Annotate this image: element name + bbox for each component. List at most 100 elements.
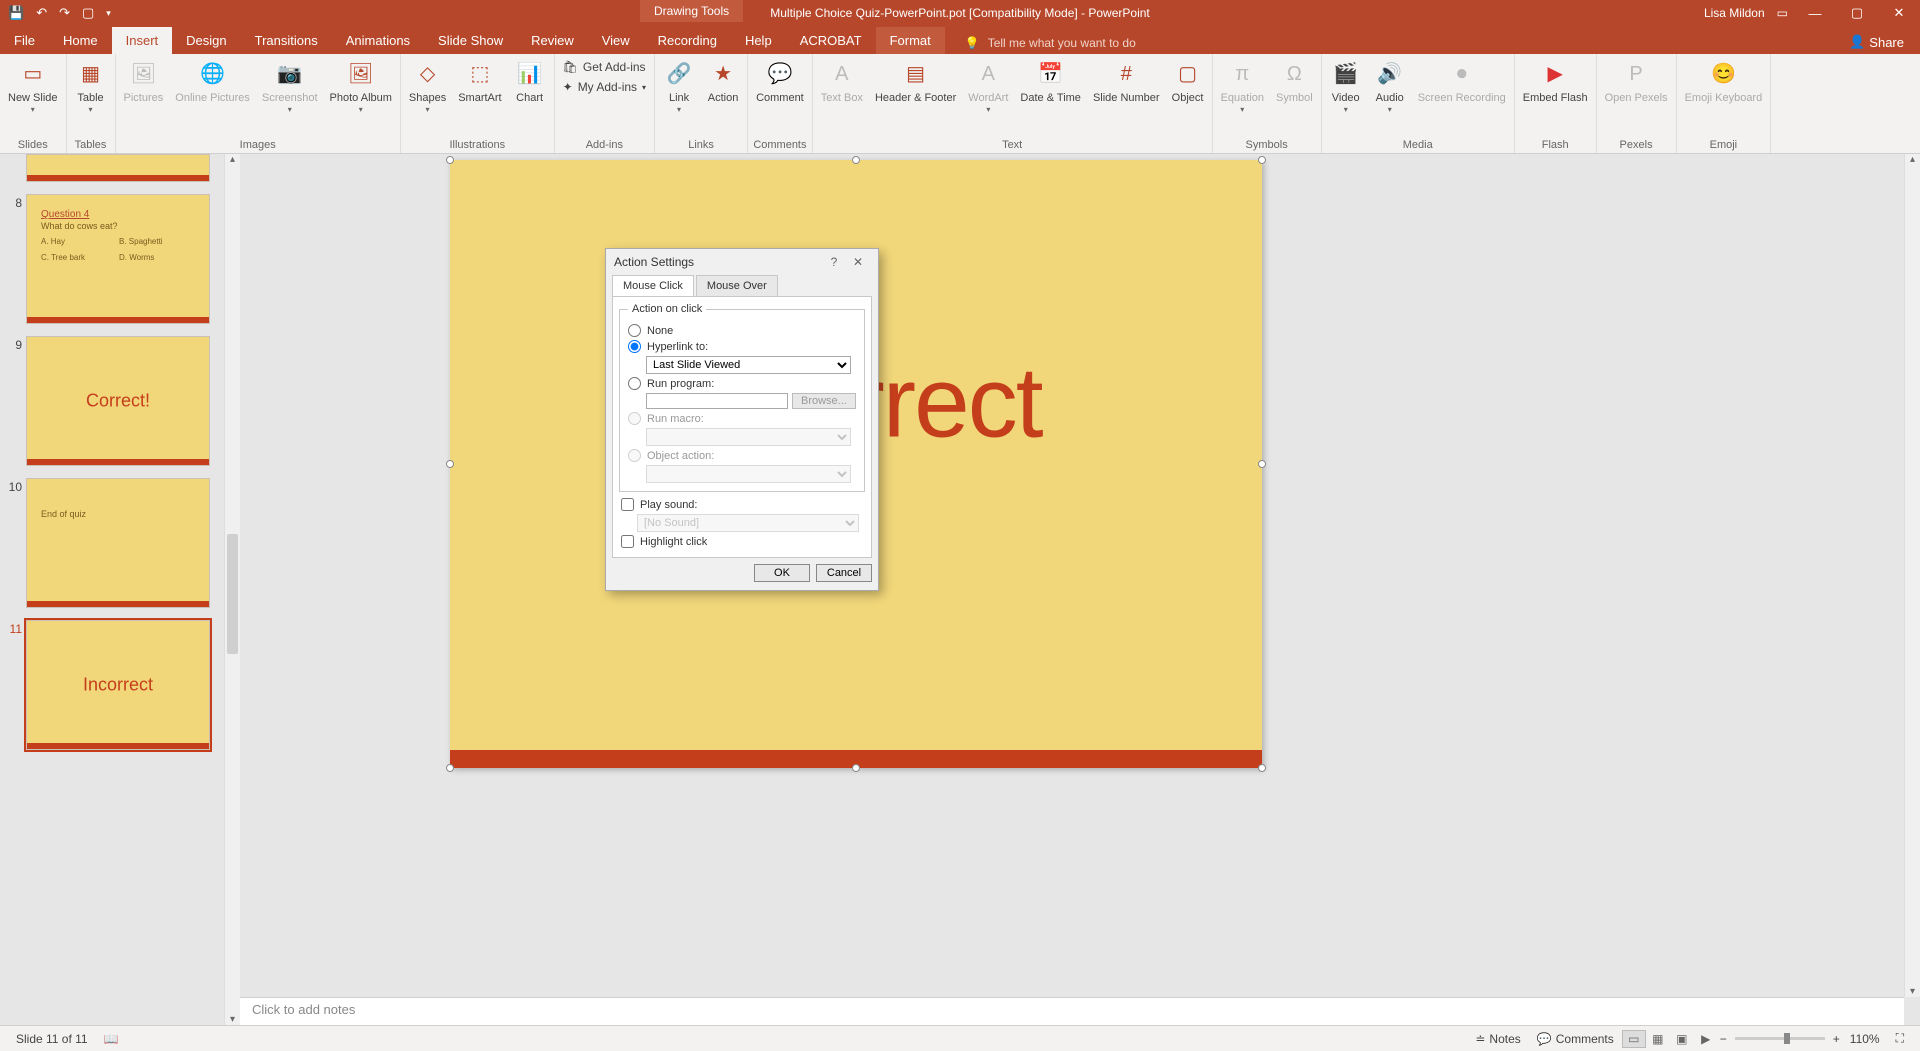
spell-check-icon[interactable]: 📖 xyxy=(96,1032,127,1046)
tab-transitions[interactable]: Transitions xyxy=(241,27,332,54)
table-button[interactable]: ▦Table▾ xyxy=(69,56,113,138)
tab-review[interactable]: Review xyxy=(517,27,588,54)
selection-handle[interactable] xyxy=(852,156,860,164)
close-window-icon[interactable]: ✕ xyxy=(1884,5,1914,21)
browse-button[interactable]: Browse... xyxy=(792,393,856,409)
slide-thumbnail-11[interactable]: Incorrect xyxy=(26,620,210,750)
online-pictures-button[interactable]: 🌐Online Pictures xyxy=(169,56,256,138)
redo-icon[interactable]: ↷ xyxy=(59,5,70,21)
object-button[interactable]: ▢Object xyxy=(1166,56,1210,138)
play-sound-input[interactable] xyxy=(621,498,634,511)
maximize-icon[interactable]: ▢ xyxy=(1842,5,1872,21)
shapes-button[interactable]: ◇Shapes▾ xyxy=(403,56,452,138)
slide-thumbnail-10[interactable]: End of quiz xyxy=(26,478,210,608)
slide-number-button[interactable]: #Slide Number xyxy=(1087,56,1166,138)
smartart-button[interactable]: ⬚SmartArt xyxy=(452,56,507,138)
zoom-level[interactable]: 110% xyxy=(1842,1032,1888,1046)
tab-design[interactable]: Design xyxy=(172,27,240,54)
scroll-up-icon[interactable]: ▴ xyxy=(225,154,240,165)
slide-sorter-view-icon[interactable]: ▦ xyxy=(1646,1030,1670,1048)
selection-handle[interactable] xyxy=(446,460,454,468)
radio-run-program[interactable]: Run program: xyxy=(628,377,856,390)
radio-hyperlink[interactable]: Hyperlink to: xyxy=(628,340,856,353)
run-program-input[interactable] xyxy=(646,393,788,409)
qat-customize-icon[interactable]: ▾ xyxy=(106,8,111,19)
zoom-in-icon[interactable]: + xyxy=(1831,1032,1842,1046)
zoom-slider-thumb[interactable] xyxy=(1784,1033,1790,1044)
notes-pane[interactable]: Click to add notes xyxy=(240,997,1904,1025)
radio-hyperlink-input[interactable] xyxy=(628,340,641,353)
comment-button[interactable]: 💬Comment xyxy=(750,56,810,138)
get-addins-button[interactable]: 🛍Get Add-ins xyxy=(563,60,646,74)
reading-view-icon[interactable]: ▣ xyxy=(1670,1030,1694,1048)
tab-format[interactable]: Format xyxy=(876,27,945,54)
symbol-button[interactable]: ΩSymbol xyxy=(1270,56,1319,138)
slideshow-view-icon[interactable]: ▶ xyxy=(1694,1030,1718,1048)
radio-run-program-input[interactable] xyxy=(628,377,641,390)
tab-view[interactable]: View xyxy=(588,27,644,54)
tab-help[interactable]: Help xyxy=(731,27,786,54)
tab-mouse-over[interactable]: Mouse Over xyxy=(696,275,778,296)
canvas-scrollbar[interactable]: ▴ ▾ xyxy=(1904,154,1920,997)
play-sound-checkbox[interactable]: Play sound: xyxy=(621,498,865,511)
embed-flash-button[interactable]: ▶Embed Flash xyxy=(1517,56,1594,138)
selection-handle[interactable] xyxy=(1258,764,1266,772)
screenshot-button[interactable]: 📷Screenshot▾ xyxy=(256,56,324,138)
slide-thumbnail-8[interactable]: Question 4 What do cows eat? A. Hay B. S… xyxy=(26,194,210,324)
new-slide-button[interactable]: ▭New Slide▾ xyxy=(2,56,64,138)
tab-file[interactable]: File xyxy=(0,27,49,54)
tab-recording[interactable]: Recording xyxy=(644,27,731,54)
tab-mouse-click[interactable]: Mouse Click xyxy=(612,275,694,296)
dialog-titlebar[interactable]: Action Settings ? ✕ xyxy=(606,249,878,275)
slide-thumbnail-7[interactable] xyxy=(26,154,210,182)
pictures-button[interactable]: 🖼Pictures xyxy=(118,56,170,138)
selection-handle[interactable] xyxy=(1258,156,1266,164)
undo-icon[interactable]: ↶ xyxy=(36,5,47,21)
tab-acrobat[interactable]: ACROBAT xyxy=(786,27,876,54)
text-box-button[interactable]: AText Box xyxy=(815,56,869,138)
audio-button[interactable]: 🔊Audio▾ xyxy=(1368,56,1412,138)
tab-home[interactable]: Home xyxy=(49,27,112,54)
dialog-help-icon[interactable]: ? xyxy=(822,255,846,269)
scroll-up-icon[interactable]: ▴ xyxy=(1905,154,1920,165)
user-name[interactable]: Lisa Mildon xyxy=(1704,6,1765,20)
normal-view-icon[interactable]: ▭ xyxy=(1622,1030,1646,1048)
emoji-keyboard-button[interactable]: 😊Emoji Keyboard xyxy=(1679,56,1769,138)
comments-toggle[interactable]: 💬Comments xyxy=(1529,1032,1622,1046)
video-button[interactable]: 🎬Video▾ xyxy=(1324,56,1368,138)
minimize-icon[interactable]: — xyxy=(1800,6,1830,21)
fit-to-window-icon[interactable]: ⛶ xyxy=(1888,1031,1912,1046)
link-button[interactable]: 🔗Link▾ xyxy=(657,56,701,138)
tab-insert[interactable]: Insert xyxy=(112,27,173,54)
equation-button[interactable]: πEquation▾ xyxy=(1215,56,1270,138)
share-button[interactable]: 👤 Share xyxy=(1833,30,1920,54)
screen-recording-button[interactable]: ⏺Screen Recording xyxy=(1412,56,1512,138)
photo-album-button[interactable]: 🖼Photo Album▾ xyxy=(324,56,398,138)
tab-slideshow[interactable]: Slide Show xyxy=(424,27,517,54)
date-time-button[interactable]: 📅Date & Time xyxy=(1014,56,1087,138)
radio-none-input[interactable] xyxy=(628,324,641,337)
chart-button[interactable]: 📊Chart xyxy=(508,56,552,138)
header-footer-button[interactable]: ▤Header & Footer xyxy=(869,56,962,138)
my-addins-button[interactable]: ✦My Add-ins▾ xyxy=(563,80,646,94)
scroll-down-icon[interactable]: ▾ xyxy=(225,1014,240,1025)
save-icon[interactable]: 💾 xyxy=(8,5,24,21)
radio-none[interactable]: None xyxy=(628,324,856,337)
action-button[interactable]: ★Action xyxy=(701,56,745,138)
notes-toggle[interactable]: ≐Notes xyxy=(1467,1032,1528,1046)
scrollbar-thumb[interactable] xyxy=(227,534,238,654)
highlight-click-checkbox[interactable]: Highlight click xyxy=(621,535,865,548)
selection-handle[interactable] xyxy=(852,764,860,772)
zoom-out-icon[interactable]: − xyxy=(1718,1032,1729,1046)
start-from-beginning-icon[interactable]: ▢ xyxy=(82,5,94,21)
hyperlink-select[interactable]: Last Slide Viewed xyxy=(646,356,851,374)
thumbnails-scrollbar[interactable]: ▴ ▾ xyxy=(224,154,240,1025)
cancel-button[interactable]: Cancel xyxy=(816,564,872,582)
ok-button[interactable]: OK xyxy=(754,564,810,582)
tell-me-search[interactable]: 💡 Tell me what you want to do xyxy=(965,36,1136,54)
slide-counter[interactable]: Slide 11 of 11 xyxy=(8,1032,96,1046)
tab-animations[interactable]: Animations xyxy=(332,27,424,54)
selection-handle[interactable] xyxy=(446,156,454,164)
slide-thumbnail-9[interactable]: Correct! xyxy=(26,336,210,466)
zoom-slider[interactable] xyxy=(1735,1037,1825,1040)
